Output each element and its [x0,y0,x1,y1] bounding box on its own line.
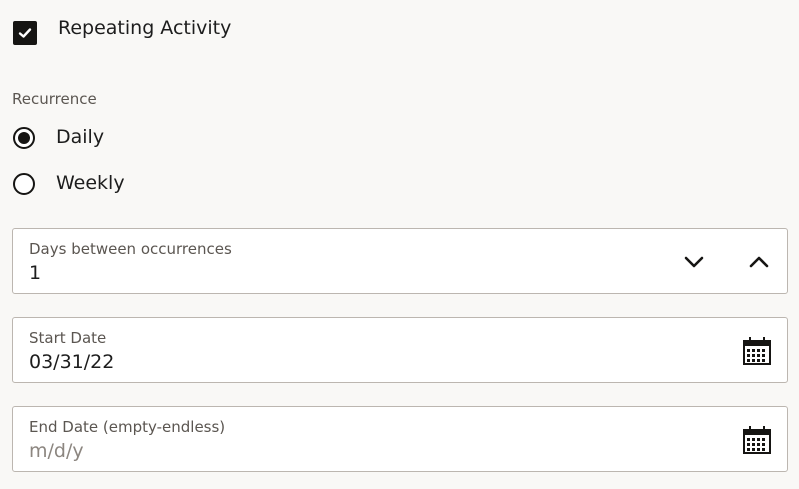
start-date-input[interactable] [29,351,629,373]
check-icon [18,28,32,38]
days-between-input[interactable] [29,262,629,284]
end-date-field: End Date (empty-endless) [12,406,788,472]
days-between-label: Days between occurrences [29,240,232,258]
start-date-field: Start Date [12,317,788,383]
start-date-label: Start Date [29,329,107,347]
calendar-icon [743,426,771,454]
end-date-input[interactable] [29,440,629,462]
end-date-label: End Date (empty-endless) [29,418,226,436]
days-between-field: Days between occurrences [12,228,788,294]
repeating-activity-label: Repeating Activity [58,17,232,39]
repeating-activity-checkbox[interactable] [13,21,37,45]
start-date-calendar-button[interactable] [740,334,774,368]
recurrence-label: Recurrence [12,90,97,108]
chevron-down-icon [684,256,704,268]
weekly-label: Weekly [56,171,125,194]
recurrence-form: Repeating Activity Recurrence Daily Week… [0,0,799,489]
recurrence-option-daily[interactable]: Daily [13,124,104,149]
decrement-button[interactable] [677,245,711,279]
end-date-calendar-button[interactable] [740,423,774,457]
daily-radio[interactable] [13,127,35,149]
chevron-up-icon [749,256,769,268]
calendar-icon [743,337,771,365]
weekly-radio[interactable] [13,173,35,195]
increment-button[interactable] [742,245,776,279]
daily-label: Daily [56,125,105,148]
recurrence-option-weekly[interactable]: Weekly [13,170,125,195]
radio-selected-dot [18,132,30,144]
repeating-activity-option[interactable]: Repeating Activity [13,16,231,45]
